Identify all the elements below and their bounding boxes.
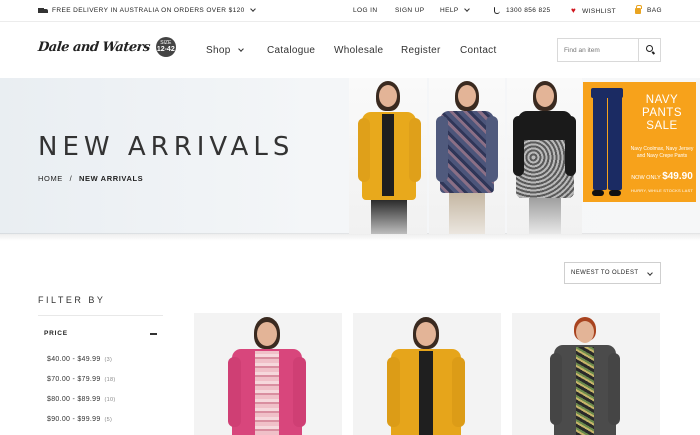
hero-divider bbox=[0, 233, 700, 241]
price-filter-option[interactable]: $80.00 - $89.99 (10) bbox=[47, 396, 116, 403]
nav-contact[interactable]: Contact bbox=[460, 45, 497, 56]
signup-link[interactable]: SIGN UP bbox=[395, 7, 425, 14]
promo-title-line: PANTS bbox=[642, 107, 682, 119]
search-input[interactable] bbox=[558, 39, 638, 61]
price-range-label: $80.00 - $89.99 bbox=[47, 396, 101, 403]
phone-icon bbox=[494, 7, 500, 14]
price-filter-option[interactable]: $70.00 - $79.99 (18) bbox=[47, 376, 116, 383]
breadcrumb-separator: / bbox=[69, 174, 73, 183]
bag-icon bbox=[635, 4, 642, 14]
nav-shop[interactable]: Shop bbox=[206, 45, 244, 56]
nav-wholesale[interactable]: Wholesale bbox=[334, 45, 383, 56]
size-badge-range: 12-42 bbox=[156, 46, 175, 53]
price-range-count: (3) bbox=[104, 357, 113, 363]
nav-shop-label: Shop bbox=[206, 45, 231, 56]
login-link[interactable]: LOG IN bbox=[353, 7, 377, 14]
hero-model-image bbox=[349, 78, 427, 234]
top-bar: FREE DELIVERY IN AUSTRALIA ON ORDERS OVE… bbox=[0, 0, 700, 22]
sort-select[interactable]: NEWEST TO OLDEST bbox=[564, 262, 661, 284]
price-filter-option[interactable]: $40.00 - $49.99 (3) bbox=[47, 356, 112, 363]
logo-wordmark: Dale and Waters bbox=[37, 39, 151, 55]
navy-pants-sale-banner[interactable]: NAVY PANTS SALE Navy Coolmax, Navy Jerse… bbox=[583, 82, 696, 202]
sort-selected-value: NEWEST TO OLDEST bbox=[571, 270, 639, 276]
price-range-label: $40.00 - $49.99 bbox=[47, 356, 101, 363]
search-icon[interactable] bbox=[638, 39, 660, 61]
navy-pants-image bbox=[591, 88, 623, 198]
product-card[interactable] bbox=[194, 313, 342, 435]
price-range-count: (18) bbox=[104, 377, 116, 383]
promo-price-value: $49.90 bbox=[662, 171, 693, 182]
promo-note: HURRY, WHILE STOCKS LAST bbox=[631, 188, 693, 193]
chevron-down-icon bbox=[249, 6, 256, 12]
product-card[interactable] bbox=[512, 313, 660, 435]
promo-price-prefix: NOW ONLY bbox=[631, 175, 661, 181]
help-label: HELP bbox=[440, 7, 459, 14]
truck-icon bbox=[38, 7, 48, 14]
price-range-count: (10) bbox=[104, 397, 116, 403]
site-header: Dale and Waters SIZE 12-42 Shop Catalogu… bbox=[0, 22, 700, 78]
promo-description: Navy Coolmax, Navy Jersey and Navy Crepe… bbox=[630, 146, 694, 159]
wishlist-link[interactable]: ♥ WISHLIST bbox=[571, 7, 616, 15]
bag-label: BAG bbox=[647, 7, 662, 14]
logo[interactable]: Dale and Waters SIZE 12-42 bbox=[37, 37, 176, 57]
wishlist-label: WISHLIST bbox=[582, 7, 617, 15]
help-dropdown[interactable]: HELP bbox=[440, 6, 470, 14]
hero-model-image bbox=[429, 78, 505, 234]
divider bbox=[38, 315, 163, 316]
free-delivery-dropdown[interactable]: FREE DELIVERY IN AUSTRALIA ON ORDERS OVE… bbox=[38, 6, 256, 14]
search-box bbox=[557, 38, 661, 62]
breadcrumb-home[interactable]: HOME bbox=[38, 174, 63, 183]
breadcrumb: HOME / NEW ARRIVALS bbox=[38, 174, 143, 183]
filter-heading: FILTER BY bbox=[38, 295, 106, 305]
free-delivery-text: FREE DELIVERY IN AUSTRALIA ON ORDERS OVE… bbox=[52, 7, 245, 14]
bag-link[interactable]: BAG bbox=[635, 4, 662, 14]
hero-model-image bbox=[507, 78, 582, 234]
price-range-label: $90.00 - $99.99 bbox=[47, 416, 101, 423]
promo-title-line: SALE bbox=[646, 120, 678, 132]
nav-register[interactable]: Register bbox=[401, 45, 441, 56]
phone-number: 1300 856 825 bbox=[506, 7, 551, 14]
chevron-down-icon bbox=[237, 46, 244, 52]
promo-title: NAVY PANTS SALE bbox=[629, 94, 694, 133]
price-range-label: $70.00 - $79.99 bbox=[47, 376, 101, 383]
nav-catalogue[interactable]: Catalogue bbox=[267, 45, 315, 56]
breadcrumb-current: NEW ARRIVALS bbox=[78, 174, 144, 183]
chevron-down-icon bbox=[463, 6, 470, 12]
chevron-down-icon bbox=[647, 270, 653, 276]
heart-icon: ♥ bbox=[571, 6, 577, 15]
size-badge: SIZE 12-42 bbox=[155, 37, 176, 57]
price-filter-option[interactable]: $90.00 - $99.99 (5) bbox=[47, 416, 112, 423]
product-card[interactable] bbox=[353, 313, 501, 435]
filter-price-heading[interactable]: PRICE bbox=[44, 330, 68, 337]
page-title: NEW ARRIVALS bbox=[38, 132, 295, 162]
phone-link[interactable]: 1300 856 825 bbox=[494, 7, 551, 14]
price-range-count: (5) bbox=[104, 417, 113, 423]
promo-price: NOW ONLY $49.90 bbox=[629, 171, 694, 183]
collapse-icon[interactable] bbox=[150, 333, 157, 335]
promo-title-line: NAVY bbox=[645, 94, 679, 106]
